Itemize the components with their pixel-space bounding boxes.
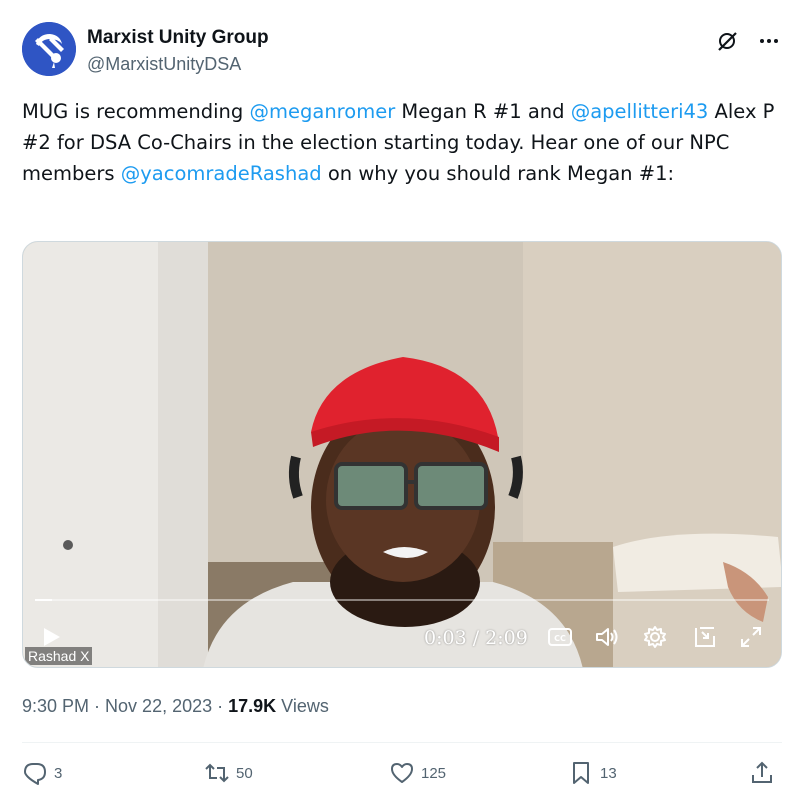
svg-text:CC: CC (554, 634, 566, 643)
video-player[interactable]: 0:03 / 2:09 CC Rashad X (22, 241, 782, 668)
bookmark-button[interactable]: 13 (568, 760, 617, 786)
views-label: Views (276, 696, 329, 716)
grok-icon[interactable] (714, 28, 740, 54)
more-options-icon[interactable] (756, 28, 782, 54)
tweet-meta: 9:30 PM · Nov 22, 2023 · 17.9K Views (22, 694, 329, 718)
mention-link[interactable]: @apellitteri43 (571, 100, 709, 123)
mention-link[interactable]: @meganromer (250, 100, 396, 123)
video-progress-bar[interactable] (35, 599, 769, 601)
meta-separator: · (89, 696, 106, 716)
repost-icon (205, 763, 229, 783)
tweet-text-segment: on why you should rank Megan #1: (321, 162, 675, 185)
divider (22, 742, 782, 743)
hammer-sickle-rose-logo (22, 22, 76, 76)
video-controls: 0:03 / 2:09 CC (23, 605, 781, 667)
tweet-actions: 3 50 125 13 (22, 760, 782, 790)
share-icon (752, 761, 772, 783)
reply-icon (24, 763, 46, 785)
fullscreen-icon[interactable] (738, 625, 764, 649)
video-watermark: Rashad X (25, 647, 93, 665)
video-progress-fill (35, 599, 52, 601)
reply-button[interactable]: 3 (22, 760, 62, 786)
tweet-time[interactable]: 9:30 PM (22, 696, 89, 716)
volume-icon[interactable] (594, 625, 620, 649)
tweet-header: Marxist Unity Group @MarxistUnityDSA (22, 22, 782, 78)
tweet-text-segment: MUG is recommending (22, 100, 250, 123)
tweet-date[interactable]: Nov 22, 2023 (105, 696, 212, 716)
tweet-text: MUG is recommending @meganromer Megan R … (22, 96, 782, 189)
views-count: 17.9K (228, 696, 277, 716)
captions-icon[interactable]: CC (547, 625, 573, 649)
play-icon[interactable] (39, 625, 63, 649)
bookmark-count: 13 (600, 764, 617, 782)
avatar[interactable] (22, 22, 76, 76)
share-button[interactable] (749, 760, 775, 786)
tweet-text-segment: Megan R #1 and (395, 100, 571, 123)
pip-icon[interactable] (692, 625, 718, 649)
reply-count: 3 (54, 764, 63, 782)
meta-separator: · (212, 696, 229, 716)
heart-icon (391, 763, 413, 783)
like-count: 125 (421, 764, 447, 782)
bookmark-icon (573, 762, 589, 784)
author-display-name[interactable]: Marxist Unity Group (87, 26, 269, 50)
repost-count: 50 (236, 764, 253, 782)
repost-button[interactable]: 50 (204, 760, 253, 786)
video-time: 0:03 / 2:09 (424, 627, 528, 649)
author-handle[interactable]: @MarxistUnityDSA (87, 52, 269, 76)
settings-icon[interactable] (642, 625, 668, 649)
mention-link[interactable]: @yacomradeRashad (121, 162, 322, 185)
like-button[interactable]: 125 (389, 760, 446, 786)
